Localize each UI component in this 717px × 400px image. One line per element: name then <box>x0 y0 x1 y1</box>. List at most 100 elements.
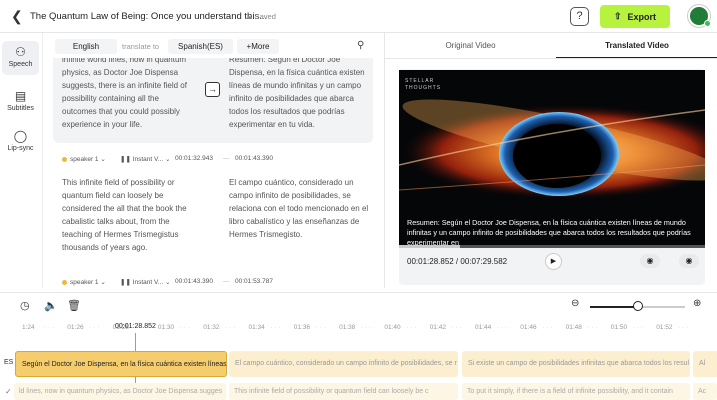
tab-divider <box>385 58 717 59</box>
video-timecode: 00:01:28.852 / 00:07:29.582 <box>407 257 508 266</box>
original-track-icon: ✓ <box>5 387 12 396</box>
segment-card[interactable]: This infinite field of possibility or qu… <box>53 176 373 256</box>
ruler-tick-dots: · · · <box>44 324 55 331</box>
sidebar-item-label: Speech <box>8 61 33 68</box>
ruler-tick-label: 01:38 <box>339 324 356 331</box>
original-timeline-clip[interactable]: To put it simply, if there is a field of… <box>462 383 690 400</box>
timeline-toolbar: ◷ 🔈 🗑 ⊖ ⊕ <box>0 292 717 318</box>
video-subtitle: Resumen: Según el Doctor Joe Dispensa, e… <box>407 218 691 247</box>
ruler-tick-dots: · · · <box>406 324 417 331</box>
tab-translated-video[interactable]: Translated Video <box>556 33 717 59</box>
ruler-tick-label: 01:48 <box>565 324 582 331</box>
segment-end-time[interactable]: 00:01:53.787 <box>235 278 273 285</box>
subtitle-toggle-icon[interactable]: ◉ <box>679 254 699 268</box>
ruler-tick-label: 01:36 <box>293 324 311 331</box>
voice-select[interactable]: ❚❚ Instant V... ⌄ <box>120 155 170 163</box>
voice-label: Instant V... <box>132 279 164 286</box>
timeline-clip-selected[interactable]: Según el Doctor Joe Dispensa, en la físi… <box>15 351 227 377</box>
segment-meta: speaker 1 ⌄ ❚❚ Instant V... ⌄ 00:01:43.3… <box>62 278 362 288</box>
target-language-select[interactable]: Spanish(ES) <box>168 39 233 54</box>
translate-to-label: translate to <box>122 42 160 51</box>
ruler-tick-dots: · · · <box>587 324 598 331</box>
play-button[interactable]: ▶ <box>545 253 562 270</box>
segment-list: infinite world lines, now in quantum phy… <box>43 58 383 288</box>
track-language-label: ES <box>4 359 14 366</box>
tab-original-video[interactable]: Original Video <box>385 33 556 59</box>
more-languages-button[interactable]: +More <box>237 39 279 54</box>
saved-label: Saved <box>254 12 276 21</box>
translation-toolbar: English translate to Spanish(ES) +More ⚲ <box>43 33 383 59</box>
timeline-ruler[interactable]: 1:24 · · · 01:26 · · · 01:28 · · · 01:30 · · · 0… <box>0 318 717 340</box>
ruler-tick-dots: · · · <box>179 324 190 331</box>
sidebar-item-lip-sync[interactable]: ◯ Lip-sync <box>2 129 39 152</box>
ruler-tick-dots: · · · <box>361 324 372 331</box>
timeline-clip[interactable]: Al <box>693 351 717 377</box>
time-separator: — <box>223 155 230 162</box>
original-timeline-clip[interactable]: This infinite field of possibility or qu… <box>229 383 458 400</box>
online-status-dot <box>704 20 711 27</box>
ruler-tick-dots: · · · <box>497 324 508 331</box>
zoom-in-icon[interactable]: ⊕ <box>693 298 701 309</box>
speaker-select[interactable]: speaker 1 <box>70 156 99 163</box>
segment-start-time[interactable]: 00:01:43.390 <box>175 278 213 285</box>
playhead-time: 00:01:28.852 <box>115 323 156 330</box>
sidebar-item-label: Lip-sync <box>7 145 34 152</box>
original-timeline-clip[interactable]: ld lines, now in quantum physics, as Doc… <box>14 383 226 400</box>
sidebar-item-subtitles[interactable]: ▤ Subtitles <box>2 89 39 112</box>
sidebar-item-label: Subtitles <box>7 105 34 112</box>
zoom-out-icon[interactable]: ⊖ <box>571 298 579 309</box>
channel-brand: STELLAR THOUGHTS <box>405 78 442 91</box>
ruler-tick-dots: · · · <box>225 324 236 331</box>
export-button[interactable]: ⇧ Export <box>600 5 670 28</box>
sidebar-item-speech[interactable]: ⚇ Speech <box>2 41 39 75</box>
speaker-select[interactable]: speaker 1 <box>70 279 99 286</box>
back-icon[interactable]: ❮ <box>11 9 25 23</box>
subtitles-icon: ▤ <box>14 89 27 103</box>
ruler-tick-dots: · · · <box>542 324 553 331</box>
source-language-select[interactable]: English <box>55 39 117 54</box>
zoom-slider-handle[interactable] <box>632 301 643 311</box>
original-timeline-clip[interactable]: Ac <box>693 383 717 400</box>
export-label: Export <box>627 11 657 22</box>
ruler-tick-label: 1:24 <box>22 324 35 331</box>
ruler-tick-label: 01:42 <box>429 324 446 331</box>
ruler-tick-dots: · · · <box>678 324 689 331</box>
project-title[interactable]: The Quantum Law of Being: Once you under… <box>30 11 267 22</box>
segment-translated-text[interactable]: Resumen: Según el Doctor Joe Dispensa, e… <box>229 58 369 131</box>
ruler-tick-label: 01:34 <box>248 324 265 331</box>
video-preview[interactable]: STELLAR THOUGHTS Resumen: Según el Docto… <box>399 70 705 248</box>
segment-meta: speaker 1 ⌄ ❚❚ Instant V... ⌄ 00:01:32.9… <box>62 155 362 165</box>
delete-icon[interactable]: 🗑 <box>67 299 81 312</box>
speaker-color-dot <box>62 156 67 162</box>
translated-audio-toggle-icon[interactable]: ◉ <box>640 254 660 268</box>
ruler-tick-dots: · · · <box>451 324 462 331</box>
ruler-tick-label: 01:26 <box>67 324 84 331</box>
segment-card[interactable]: infinite world lines, now in quantum phy… <box>53 58 373 143</box>
segment-start-time[interactable]: 00:01:32.943 <box>175 155 213 162</box>
help-button[interactable]: ? <box>570 7 589 26</box>
zoom-slider-fill <box>590 306 638 308</box>
search-icon[interactable]: ⚲ <box>357 40 364 51</box>
segment-translated-text[interactable]: El campo cuántico, considerado un campo … <box>229 176 369 241</box>
speed-icon[interactable]: ◷ <box>20 299 30 312</box>
voice-select[interactable]: ❚❚ Instant V... ⌄ <box>120 278 170 286</box>
speech-icon: ⚇ <box>15 45 26 59</box>
ruler-tick-dots: · · · <box>270 324 281 331</box>
ruler-tick-label: 01:46 <box>520 324 537 331</box>
voice-label: Instant V... <box>132 156 164 163</box>
timeline-clip[interactable]: El campo cuántico, considerado un campo … <box>229 351 458 377</box>
ruler-tick-label: 01:44 <box>475 324 492 331</box>
segment-source-text[interactable]: This infinite field of possibility or qu… <box>62 176 192 254</box>
ruler-tick-label: 01:40 <box>384 324 401 331</box>
apply-translation-arrow-icon[interactable]: → <box>205 82 220 97</box>
more-label: More <box>251 42 270 51</box>
ruler-tick-dots: · · · <box>89 324 100 331</box>
timeline-clip[interactable]: Si existe un campo de posibilidades infi… <box>462 351 690 377</box>
segment-end-time[interactable]: 00:01:43.390 <box>235 155 273 162</box>
segment-source-text[interactable]: infinite world lines, now in quantum phy… <box>62 58 192 131</box>
ruler-tick-dots: · · · <box>632 324 643 331</box>
speaker-color-dot <box>62 279 67 285</box>
video-progress-fill <box>399 245 461 248</box>
ruler-tick-label: 01:52 <box>656 324 673 331</box>
volume-icon[interactable]: 🔈 <box>44 299 58 312</box>
